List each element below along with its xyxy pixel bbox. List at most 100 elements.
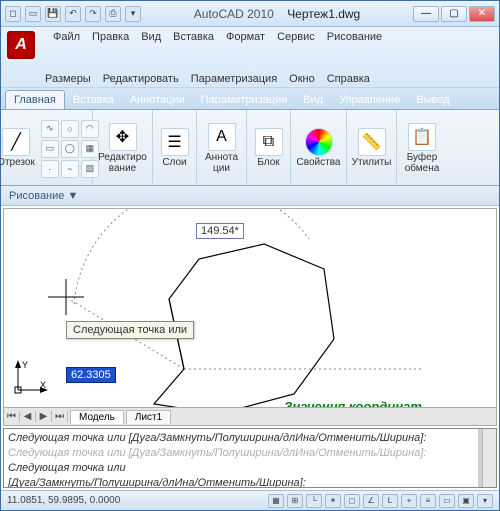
title-bar: ◻ ▭ 💾 ↶ ↷ ⎙ ▾ AutoCAD 2010 Чертеж1.dwg —…	[1, 1, 499, 27]
tab-first-icon[interactable]: ⏮	[4, 411, 20, 422]
cmd-line-3: Следующая точка или	[8, 461, 492, 476]
cmd-line-1: Следующая точка или [Дуга/Замкнуть/Полуш…	[8, 431, 492, 446]
tab-next-icon[interactable]: ▶	[36, 411, 52, 422]
osnap-toggle[interactable]: ◻	[344, 494, 360, 508]
polyline-icon[interactable]: ∿	[41, 120, 59, 138]
redo-icon[interactable]: ↷	[85, 6, 101, 22]
otrack-toggle[interactable]: ∠	[363, 494, 379, 508]
status-bar: 11.0851, 59.9895, 0.0000 ▦ ⊞ └ ✶ ◻ ∠ L +…	[1, 490, 499, 510]
menu-file[interactable]: Файл	[53, 31, 80, 59]
app-window: ◻ ▭ 💾 ↶ ↷ ⎙ ▾ AutoCAD 2010 Чертеж1.dwg —…	[0, 0, 500, 511]
minimize-button[interactable]: —	[413, 6, 439, 22]
polar-toggle[interactable]: ✶	[325, 494, 341, 508]
menu-draw[interactable]: Рисование	[327, 31, 382, 59]
drawing-area[interactable]: 149.54* Следующая точка или 62.3305 Знач…	[3, 208, 497, 426]
tab-layout1[interactable]: Лист1	[126, 410, 171, 424]
menu-bar: A Файл Правка Вид Вставка Формат Сервис …	[1, 27, 499, 88]
layers-button[interactable]: ☰Слои	[158, 126, 192, 171]
clipboard-icon: 📋	[408, 123, 436, 151]
spline-icon[interactable]: ~	[61, 160, 79, 178]
file-name: Чертеж1.dwg	[287, 7, 360, 21]
menu-parametric[interactable]: Параметризация	[191, 73, 277, 85]
measure-icon: 📏	[358, 128, 386, 156]
block-button[interactable]: ⧉Блок	[252, 126, 286, 171]
rect-icon[interactable]: ▭	[41, 140, 59, 158]
tab-insert[interactable]: Вставка	[65, 91, 122, 109]
utilities-button[interactable]: 📏Утилиты	[349, 126, 395, 171]
menu-edit[interactable]: Правка	[92, 31, 129, 59]
open-icon[interactable]: ▭	[25, 6, 41, 22]
dyn-toggle[interactable]: +	[401, 494, 417, 508]
line-button[interactable]: ╱ Отрезок	[0, 126, 38, 171]
draw-panel-title[interactable]: Рисование ▼	[1, 186, 499, 206]
panel-modify: ✥Редактиро вание	[93, 110, 153, 185]
panel-properties: Свойства	[291, 110, 347, 185]
draw-tools: ∿ ○ ◠ ▭ ◯ ▦ · ~ ▧	[41, 120, 99, 178]
app-name: AutoCAD 2010	[194, 7, 274, 21]
menu-format[interactable]: Формат	[226, 31, 265, 59]
properties-button[interactable]: Свойства	[294, 126, 344, 171]
dynamic-prompt: Следующая точка или	[66, 321, 194, 339]
lwt-toggle[interactable]: ≡	[420, 494, 436, 508]
panel-layers: ☰Слои	[153, 110, 197, 185]
qp-toggle[interactable]: ▭	[439, 494, 455, 508]
panel-clipboard: 📋Буфер обмена	[397, 110, 447, 185]
color-wheel-icon	[305, 128, 333, 156]
menu-help[interactable]: Справка	[327, 73, 370, 85]
angle-value: 149.54*	[196, 223, 244, 239]
grid-toggle[interactable]: ⊞	[287, 494, 303, 508]
save-icon[interactable]: 💾	[45, 6, 61, 22]
ribbon: ╱ Отрезок ∿ ○ ◠ ▭ ◯ ▦ · ~ ▧ ✥Редактиро в…	[1, 110, 499, 186]
panel-draw: ╱ Отрезок ∿ ○ ◠ ▭ ◯ ▦ · ~ ▧	[1, 110, 93, 185]
close-button[interactable]: ✕	[469, 6, 495, 22]
undo-icon[interactable]: ↶	[65, 6, 81, 22]
menu-insert[interactable]: Вставка	[173, 31, 214, 59]
menu-view[interactable]: Вид	[141, 31, 161, 59]
text-icon: A	[208, 123, 236, 151]
clipboard-button[interactable]: 📋Буфер обмена	[402, 121, 443, 176]
point-icon[interactable]: ·	[41, 160, 59, 178]
circle-icon[interactable]: ○	[61, 120, 79, 138]
panel-annotation: AАннота ции	[197, 110, 247, 185]
menu-window[interactable]: Окно	[289, 73, 315, 85]
annotation-button[interactable]: AАннота ции	[202, 121, 241, 176]
modify-button[interactable]: ✥Редактиро вание	[95, 121, 150, 176]
tab-last-icon[interactable]: ⏭	[52, 411, 68, 422]
cmd-line-2: Следующая точка или [Дуга/Замкнуть/Полуш…	[8, 446, 492, 461]
tab-parametric[interactable]: Параметризация	[193, 91, 295, 109]
svg-text:X: X	[40, 380, 46, 390]
tab-prev-icon[interactable]: ◀	[20, 411, 36, 422]
ortho-toggle[interactable]: └	[306, 494, 322, 508]
menu-dimensions[interactable]: Размеры	[45, 73, 91, 85]
ducs-toggle[interactable]: L	[382, 494, 398, 508]
print-icon[interactable]: ⎙	[105, 6, 121, 22]
model-toggle[interactable]: ▣	[458, 494, 474, 508]
new-icon[interactable]: ◻	[5, 6, 21, 22]
window-title: AutoCAD 2010 Чертеж1.dwg	[141, 7, 413, 21]
tab-view[interactable]: Вид	[295, 91, 331, 109]
tab-manage[interactable]: Управление	[331, 91, 408, 109]
tab-annotate[interactable]: Аннотации	[122, 91, 193, 109]
menu-service[interactable]: Сервис	[277, 31, 315, 59]
layout-tabs: ⏮◀▶⏭ Модель Лист1	[4, 407, 496, 425]
tab-home[interactable]: Главная	[5, 90, 65, 109]
ribbon-tabs: Главная Вставка Аннотации Параметризация…	[1, 88, 499, 110]
line-icon: ╱	[2, 128, 30, 156]
move-icon: ✥	[109, 123, 137, 151]
app-menu-button[interactable]: A	[7, 31, 35, 59]
maximize-button[interactable]: ▢	[441, 6, 467, 22]
block-icon: ⧉	[255, 128, 283, 156]
cmd-scrollbar[interactable]	[482, 429, 496, 487]
more-status[interactable]: ▾	[477, 494, 493, 508]
distance-input[interactable]: 62.3305	[66, 367, 116, 383]
tab-model[interactable]: Модель	[70, 410, 124, 424]
qat-more-icon[interactable]: ▾	[125, 6, 141, 22]
menu-modify[interactable]: Редактировать	[103, 73, 179, 85]
tab-output[interactable]: Вывод	[408, 91, 457, 109]
window-buttons: — ▢ ✕	[413, 6, 495, 22]
ellipse-icon[interactable]: ◯	[61, 140, 79, 158]
status-coords: 11.0851, 59.9895, 0.0000	[7, 495, 120, 506]
snap-toggle[interactable]: ▦	[268, 494, 284, 508]
panel-block: ⧉Блок	[247, 110, 291, 185]
command-window[interactable]: Следующая точка или [Дуга/Замкнуть/Полуш…	[3, 428, 497, 488]
